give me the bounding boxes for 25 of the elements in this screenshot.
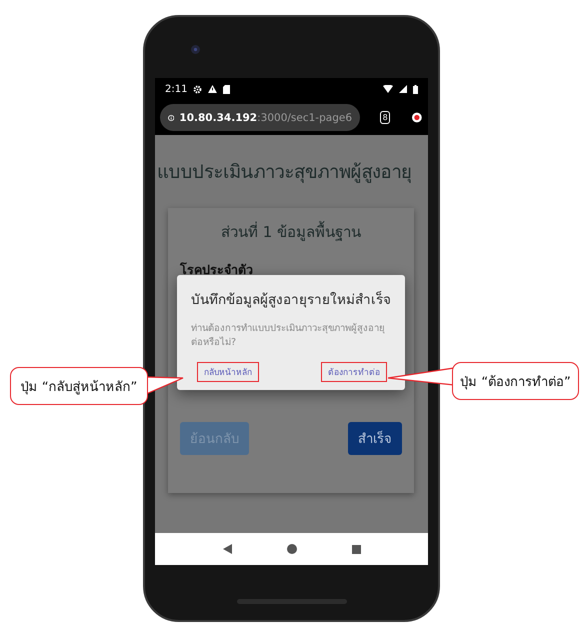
tab-count[interactable]: 8 [380,111,390,124]
camera-icon [191,45,200,54]
warning-icon [208,85,218,93]
dialog-message: ท่านต้องการทำแบบประเมินภาวะสุขภาพผู้สูงอายุต่อหรือไม่? [191,322,386,350]
url-text: 10.80.34.192:3000/sec1-page6 [179,112,352,124]
wifi-icon [383,85,393,93]
dialog-button[interactable]: ต้องการทำต่อ [321,362,387,382]
signal-icon [399,85,407,93]
status-time: 2:11 [165,84,188,94]
callout-text: ปุ่ม “กลับสู่หน้าหลัก” [20,378,138,396]
finish-button[interactable]: สำเร็จ [348,422,402,455]
page-title: แบบประเมินภาวะสุขภาพผู้สูงอายุ [156,161,413,185]
battery-icon [413,84,418,94]
home-icon[interactable] [286,544,296,554]
gear-icon [193,84,202,94]
sd-card-icon [223,84,230,94]
field-label: โรคประจำตัว [180,261,254,279]
dialog-title: บันทึกข้อมูลผู้สูงอายุรายใหม่สำเร็จ [191,290,392,310]
dialog-button[interactable]: กลับหน้าหลัก [197,362,259,382]
back-icon[interactable] [222,544,232,554]
recents-icon[interactable] [352,544,360,554]
callout-text: ปุ่ม “ต้องการทำต่อ” [460,374,571,392]
record-icon[interactable] [412,111,422,124]
address-bar[interactable]: 10.80.34.192:3000/sec1-page6 [160,104,360,131]
section-heading: ส่วนที่ 1 ข้อมูลพื้นฐาน [220,220,362,243]
